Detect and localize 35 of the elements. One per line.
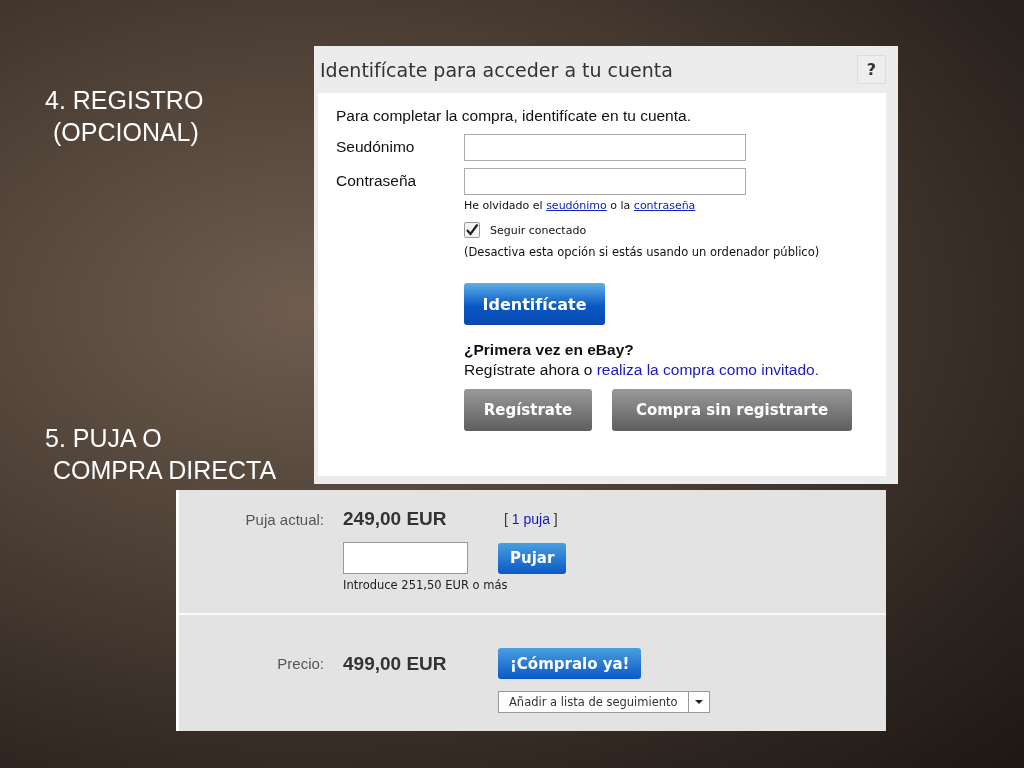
register-text: Regístrate ahora o realiza la compra como invitado. [464, 361, 820, 379]
input-field[interactable] [464, 134, 746, 161]
caret-icon [694, 700, 703, 704]
action-button[interactable]: Regístrate [464, 389, 592, 431]
section-heading: ¿Primera vez en eBay? [464, 341, 635, 359]
current-bid-amount: 249,00 EUR [343, 508, 448, 530]
panel-title: Identifícate para acceder a tu cuenta [320, 58, 673, 81]
checkbox-label: Seguir conectado [490, 223, 587, 237]
link[interactable]: seudónimo [546, 199, 607, 212]
bid-count: [ 1 puja ] [504, 511, 559, 527]
bid-hint: Introduce 251,50 EUR o más [343, 578, 509, 592]
buy-now-button[interactable]: ¡Cómpralo ya! [498, 648, 642, 679]
link[interactable]: contraseña [633, 199, 696, 212]
field-label: Contraseña [336, 171, 418, 191]
price-amount: 499,00 EUR [343, 652, 448, 675]
checkbox[interactable] [464, 222, 480, 238]
link[interactable]: 1 puja [511, 511, 550, 527]
help-button[interactable]: ? [857, 55, 886, 84]
intro-text: Para completar la compra, identifícate en tu cuenta. [336, 107, 692, 125]
watchlist-dropdown[interactable]: Añadir a lista de seguimiento [498, 691, 710, 713]
field-label: Seudónimo [336, 137, 416, 157]
action-button[interactable]: Compra sin registrarte [612, 389, 852, 431]
sign-in-button[interactable]: Identifícate [464, 283, 605, 325]
slide-heading: COMPRA DIRECTA [52, 455, 277, 486]
bid-button[interactable]: Pujar [498, 542, 567, 574]
slide-heading: 5. PUJA O [45, 423, 163, 454]
note-text: (Desactiva esta opción si estás usando un ordenador público) [464, 245, 821, 259]
field-label: Precio: [276, 655, 324, 672]
field-label: Puja actual: [244, 510, 324, 528]
input-field[interactable] [464, 168, 746, 195]
bid-input-field[interactable] [343, 542, 468, 574]
link[interactable]: realiza la compra como invitado. [596, 361, 819, 378]
forgot-hint: He olvidado el seudónimo o la contraseña [464, 199, 697, 212]
slide-heading: 4. REGISTRO [45, 85, 204, 116]
slide-heading: (OPCIONAL) [52, 117, 200, 148]
